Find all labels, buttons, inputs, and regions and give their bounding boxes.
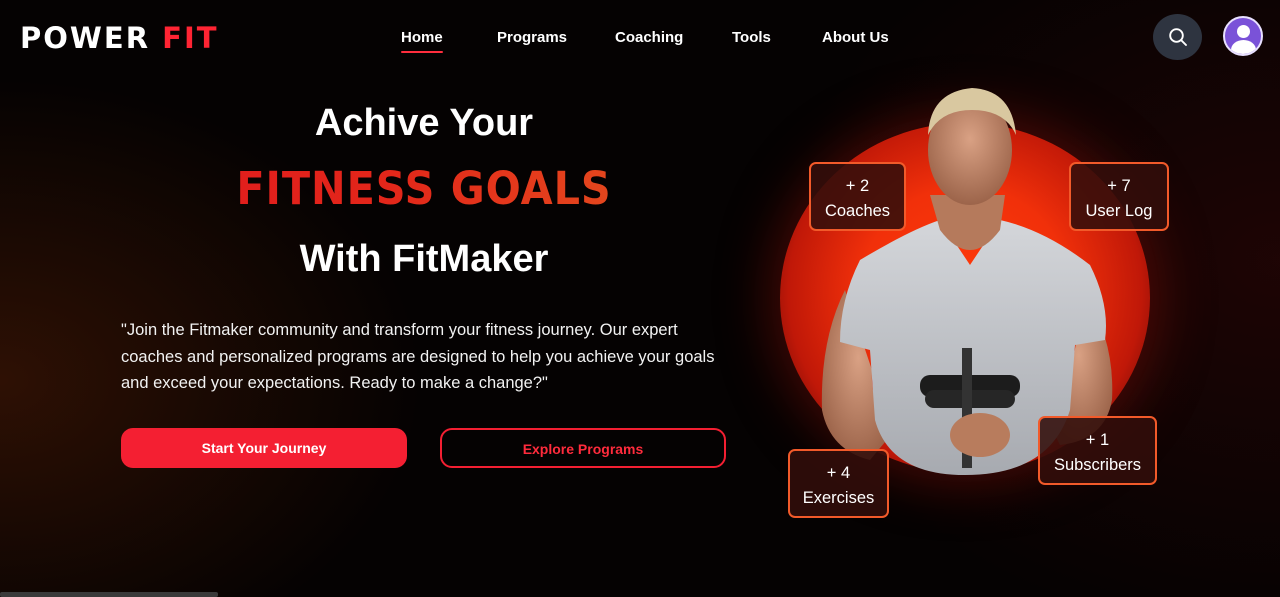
stat-exercises-value: + 4 [826, 464, 851, 482]
stat-user-log-value: + 7 [1107, 177, 1131, 195]
nav-about-us[interactable]: About Us [822, 29, 889, 47]
stat-exercises-label: Exercises [802, 489, 875, 507]
stat-user-log-label: User Log [1085, 202, 1153, 220]
stat-subscribers-label: Subscribers [1053, 456, 1142, 474]
user-avatar[interactable] [1223, 16, 1263, 56]
user-icon [1237, 25, 1250, 38]
main-nav: Home Programs Coaching Tools About Us [0, 29, 1280, 53]
stat-card-exercises: + 4 Exercises [788, 449, 889, 518]
nav-programs[interactable]: Programs [497, 29, 567, 47]
hero-heading-highlight: FITNESS GOALS [34, 160, 814, 218]
nav-coaching[interactable]: Coaching [615, 29, 683, 47]
stat-subscribers-value: + 1 [1085, 431, 1110, 449]
search-icon [1168, 28, 1187, 46]
search-button[interactable] [1153, 14, 1202, 60]
stat-coaches-value: + 2 [845, 177, 870, 195]
hero-heading-line1: Achive Your [314, 102, 534, 144]
horizontal-scrollbar[interactable] [0, 592, 218, 597]
stat-card-subscribers: + 1 Subscribers [1038, 416, 1157, 485]
explore-programs-button[interactable]: Explore Programs [440, 428, 726, 468]
nav-tools[interactable]: Tools [732, 29, 771, 47]
stat-card-user-log: + 7 User Log [1069, 162, 1169, 231]
start-journey-button[interactable]: Start Your Journey [121, 428, 407, 468]
nav-home[interactable]: Home [401, 29, 443, 53]
hero-description: "Join the Fitmaker community and transfo… [121, 321, 715, 392]
stat-card-coaches: + 2 Coaches [809, 162, 906, 231]
stat-coaches-label: Coaches [824, 202, 891, 220]
hero-heading-line3: With FitMaker [299, 238, 549, 280]
